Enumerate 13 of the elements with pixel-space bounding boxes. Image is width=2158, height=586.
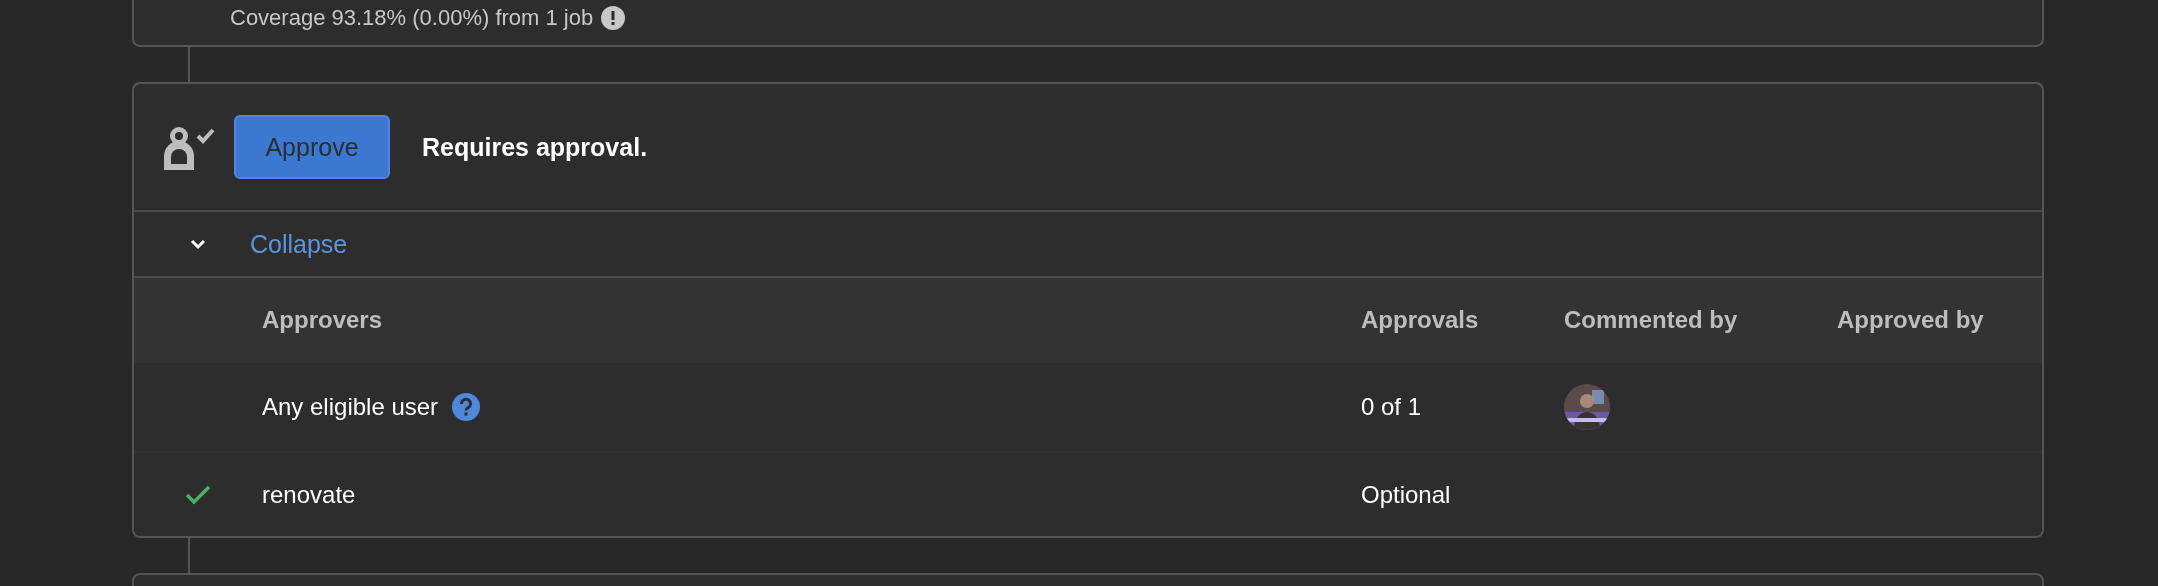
approver-name: renovate: [262, 480, 356, 509]
coverage-text: Coverage 93.18% (0.00%) from 1 job: [230, 4, 594, 32]
approvals-count: Optional: [1361, 480, 1452, 509]
column-header: Approved by: [1837, 305, 1985, 334]
column-header: Approvals: [1361, 305, 1480, 334]
column-header: Approvers: [262, 305, 384, 334]
approval-status: Requires approval.: [422, 132, 648, 162]
approver-name: Any eligible user: [262, 393, 439, 421]
approve-button[interactable]: Approve: [234, 115, 390, 179]
collapse-link[interactable]: Collapse: [250, 229, 348, 259]
info-icon: [601, 6, 626, 30]
column-header: Commented by: [1564, 305, 1739, 334]
approvals-count: 0 of 1: [1361, 393, 1423, 421]
